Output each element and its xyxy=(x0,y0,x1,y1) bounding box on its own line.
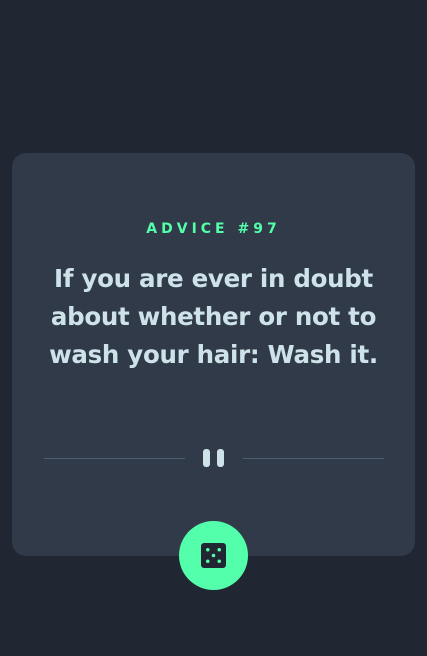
advice-id-label: ADVICE #97 xyxy=(146,221,281,237)
advice-card: ADVICE #97 If you are ever in doubt abou… xyxy=(12,153,415,556)
pattern-divider xyxy=(44,449,384,469)
dice-icon xyxy=(201,543,226,568)
page: ADVICE #97 If you are ever in doubt abou… xyxy=(0,0,427,656)
divider-line-left xyxy=(44,458,185,459)
divider-line-right xyxy=(243,458,384,459)
pause-icon xyxy=(202,449,226,469)
new-advice-button[interactable] xyxy=(179,521,248,590)
advice-quote: If you are ever in doubt about whether o… xyxy=(49,264,378,369)
